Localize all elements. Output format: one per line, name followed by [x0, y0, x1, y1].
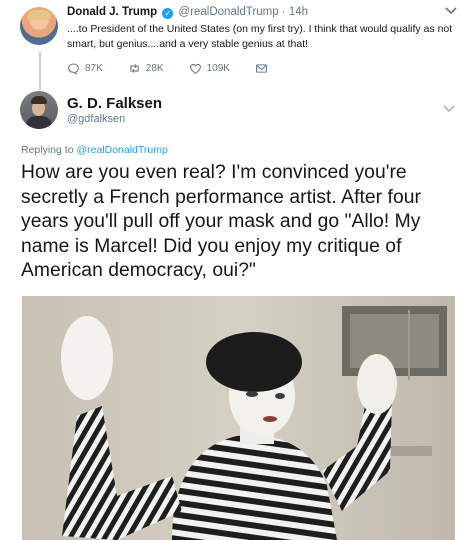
reply-icon: [68, 63, 79, 75]
reply-button[interactable]: 87K: [67, 62, 103, 75]
tweet-image[interactable]: [22, 296, 455, 540]
author-name[interactable]: G. D. Falksen: [67, 95, 162, 112]
replying-label: Replying to: [21, 144, 74, 156]
verified-badge-icon: ✓: [162, 8, 174, 19]
heart-icon: [189, 63, 201, 75]
retweet-count: 28K: [145, 63, 164, 74]
dm-button[interactable]: [255, 62, 268, 75]
author-handle[interactable]: @gdfalksen: [67, 113, 125, 125]
mention-link[interactable]: @realDonaldTrump: [76, 144, 167, 156]
avatar[interactable]: [20, 7, 58, 45]
like-count: 109K: [206, 63, 230, 74]
author-handle[interactable]: @realDonaldTrump: [179, 6, 279, 18]
retweet-button[interactable]: 28K: [128, 62, 164, 75]
tweet-header: Donald J. Trump ✓ @realDonaldTrump · 14h: [67, 6, 308, 19]
reply-count: 87K: [85, 63, 103, 74]
author-name[interactable]: Donald J. Trump: [67, 6, 157, 18]
timestamp[interactable]: 14h: [289, 6, 308, 18]
tweet-text: How are you even real? I'm convinced you…: [21, 162, 421, 281]
chevron-down-icon[interactable]: [445, 4, 457, 18]
envelope-icon: [256, 64, 267, 73]
parent-tweet[interactable]: Donald J. Trump ✓ @realDonaldTrump · 14h…: [0, 0, 467, 88]
separator: ·: [281, 6, 286, 18]
replying-to: Replying to @realDonaldTrump: [21, 144, 168, 156]
like-button[interactable]: 109K: [189, 62, 230, 75]
avatar[interactable]: [20, 91, 58, 129]
tweet-text: ....to President of the United States (o…: [67, 23, 453, 50]
retweet-icon: [130, 64, 139, 73]
tweet-actions: 87K 28K 109K: [67, 62, 268, 75]
chevron-down-icon[interactable]: [443, 102, 455, 116]
